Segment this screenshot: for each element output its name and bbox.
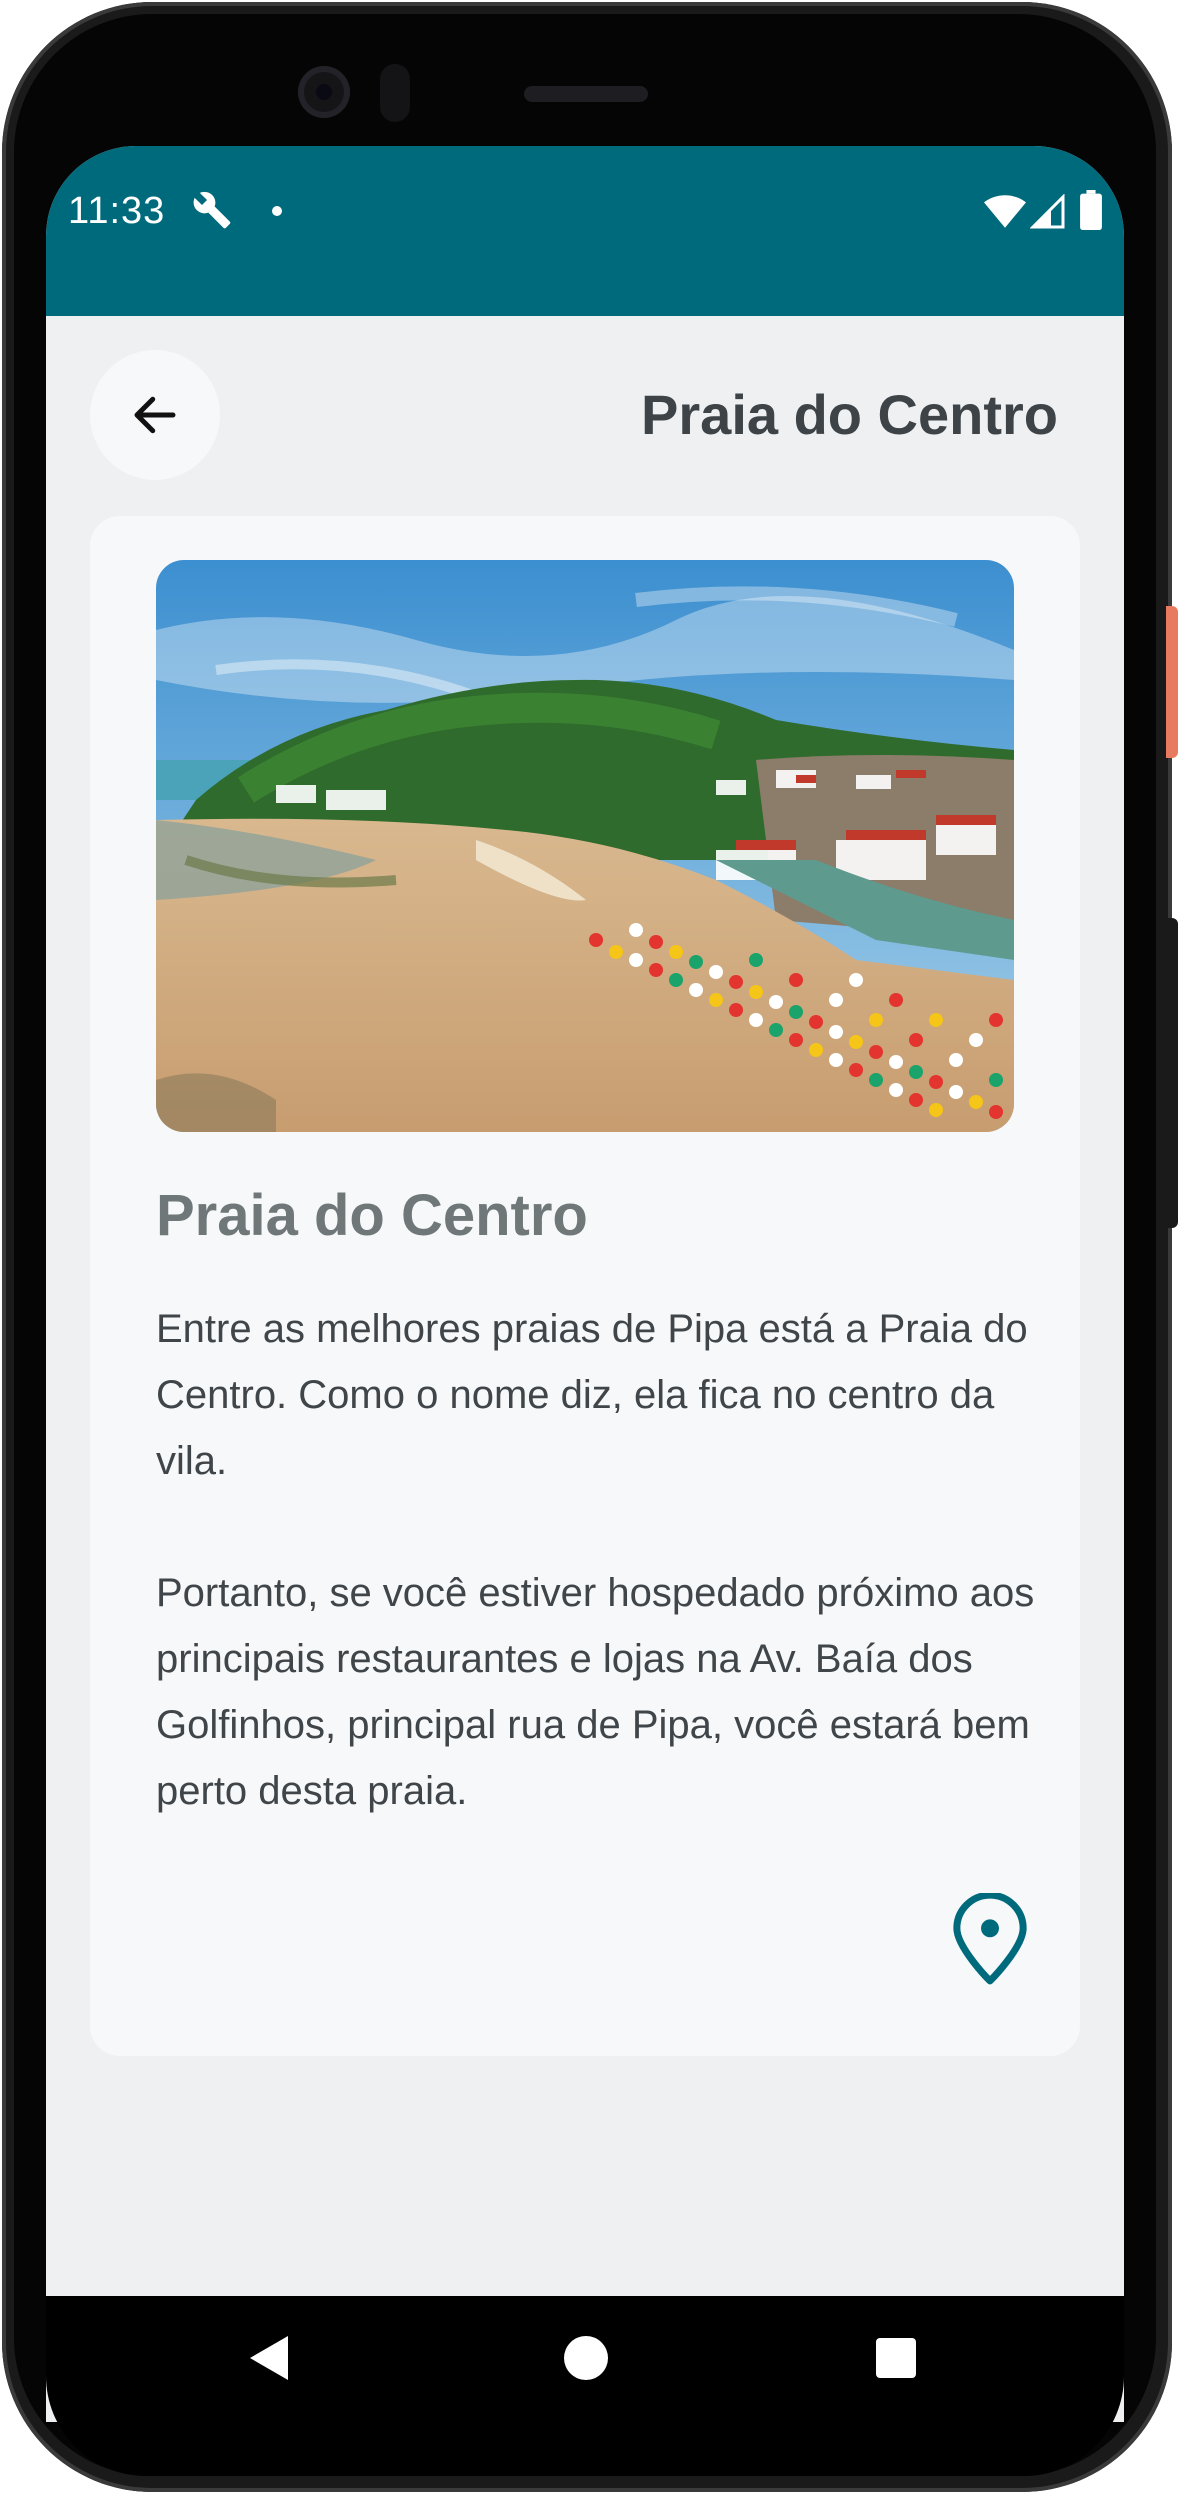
description-paragraph: Entre as melhores praias de Pipa está a … [156, 1307, 1028, 1483]
battery-icon [1080, 190, 1102, 230]
power-button[interactable] [1166, 606, 1178, 758]
back-triangle-icon[interactable] [248, 2334, 292, 2382]
beach-card: Praia do Centro Entre as melhores praias… [90, 516, 1080, 2056]
location-button[interactable] [948, 1892, 1032, 1988]
notification-dot-icon [272, 206, 282, 216]
app-bar: Praia do Centro [46, 316, 1124, 496]
card-description: Entre as melhores praias de Pipa está a … [156, 1296, 1036, 1824]
beach-photo [156, 560, 1014, 1132]
app-screen: 11:33 Praia do Centro Praia do Centro En… [46, 146, 1124, 2422]
page-title: Praia do Centro [641, 383, 1058, 446]
arrow-left-icon [134, 396, 176, 434]
recents-square-icon[interactable] [876, 2338, 916, 2378]
card-title: Praia do Centro [156, 1183, 588, 1248]
phone-device: 11:33 Praia do Centro Praia do Centro En… [0, 0, 1178, 2498]
status-bar: 11:33 [46, 146, 1124, 316]
signal-icon [1030, 194, 1065, 229]
status-time: 11:33 [68, 190, 166, 232]
earpiece-speaker [524, 86, 648, 102]
volume-button[interactable] [1166, 918, 1178, 1228]
wrench-icon [193, 191, 231, 229]
description-paragraph: Portanto, se você estiver hospedado próx… [156, 1571, 1035, 1813]
back-button[interactable] [90, 350, 220, 480]
wifi-icon [984, 195, 1026, 228]
proximity-sensor [380, 64, 410, 122]
home-circle-icon[interactable] [564, 2336, 608, 2380]
map-pin-icon [953, 1893, 1027, 1985]
front-camera [298, 66, 350, 118]
navigation-bar [46, 2296, 1124, 2476]
